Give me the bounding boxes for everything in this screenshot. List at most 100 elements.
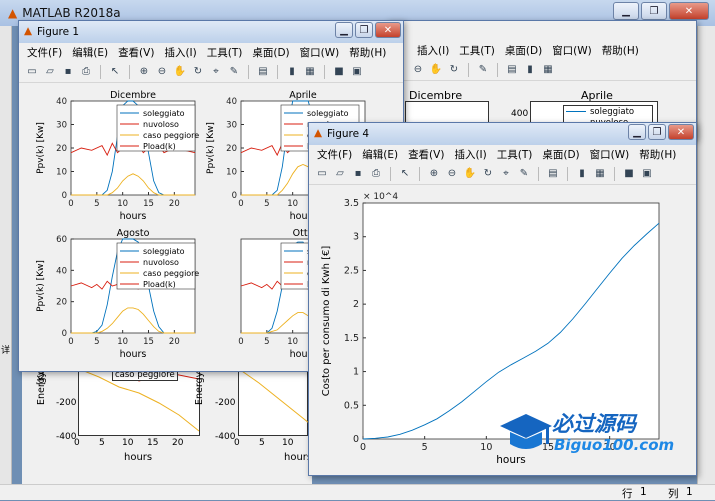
colorbar-icon[interactable]: ▮ (523, 63, 537, 77)
maximize-button[interactable]: ❐ (641, 2, 667, 20)
legend-entry: soleggiato (143, 247, 185, 256)
show-tools-icon[interactable]: ▣ (350, 65, 364, 79)
menu-view[interactable]: 查看(V) (118, 45, 154, 60)
energy-ylabel-right: Energy (194, 371, 205, 405)
bg-menu-insert[interactable]: 插入(I) (417, 43, 449, 58)
close-button[interactable]: ✕ (669, 2, 709, 20)
legend-entry: Pload(k) (143, 142, 176, 151)
menu-edit[interactable]: 编辑(E) (362, 147, 398, 162)
brush-icon[interactable]: ✎ (227, 65, 241, 79)
minimize-button[interactable]: ▁ (613, 2, 639, 20)
show-tools-icon[interactable]: ▣ (640, 167, 654, 181)
print-preview-icon[interactable]: ▤ (505, 63, 519, 77)
energy-xtick-0: 0 (74, 438, 80, 448)
menu-file[interactable]: 文件(F) (27, 45, 62, 60)
link-plot-icon[interactable]: ▤ (546, 167, 560, 181)
x-tick-label: 5 (264, 337, 269, 347)
bg-menu-help[interactable]: 帮助(H) (602, 43, 639, 58)
bg-menu-window[interactable]: 窗口(W) (552, 43, 592, 58)
legend-icon[interactable]: ▦ (303, 65, 317, 79)
energy-xtick-10: 10 (122, 438, 134, 448)
figure-1-title: Figure 1 (37, 26, 80, 38)
colorbar-icon[interactable]: ▮ (285, 65, 299, 79)
figure-1-maximize[interactable]: ❐ (355, 22, 373, 38)
menu-tools[interactable]: 工具(T) (497, 147, 533, 162)
hide-tools-icon[interactable]: ■ (622, 167, 636, 181)
main-scrollbar[interactable] (697, 26, 715, 484)
zoom-in-icon[interactable]: ⊕ (137, 65, 151, 79)
menu-insert[interactable]: 插入(I) (164, 45, 196, 60)
zoom-in-icon[interactable]: ⊕ (427, 167, 441, 181)
chart-title: Dicembre (110, 90, 156, 101)
menu-view[interactable]: 查看(V) (408, 147, 444, 162)
x-tick-label: 10 (287, 199, 298, 209)
pan-icon[interactable]: ✋ (173, 65, 187, 79)
energy-right-xtick-0: 0 (234, 438, 240, 448)
zoom-out-icon[interactable]: ⊖ (445, 167, 459, 181)
hide-tools-icon[interactable]: ■ (332, 65, 346, 79)
menu-file[interactable]: 文件(F) (317, 147, 352, 162)
pan-icon[interactable]: ✋ (463, 167, 477, 181)
bg-menu-tools[interactable]: 工具(T) (459, 43, 495, 58)
zoom-out-icon[interactable]: ⊖ (155, 65, 169, 79)
menu-tools[interactable]: 工具(T) (207, 45, 243, 60)
print-icon[interactable]: ⎙ (369, 167, 383, 181)
chart-title: Agosto (117, 228, 150, 239)
energy-xtick-15: 15 (147, 438, 159, 448)
legend-icon[interactable]: ▦ (593, 167, 607, 181)
figure-1-toolbar: ▭ ▱ ▪ ⎙ ↖ ⊕ ⊖ ✋ ↻ ⌖ ✎ ▤ ▮ ▦ ■ ▣ (19, 61, 403, 83)
brush-icon[interactable]: ✎ (476, 63, 490, 77)
pointer-icon[interactable]: ↖ (398, 167, 412, 181)
figure-4-maximize[interactable]: ❐ (648, 124, 666, 140)
figure-4-close[interactable]: ✕ (668, 124, 694, 140)
rotate-icon[interactable]: ↻ (191, 65, 205, 79)
save-icon[interactable]: ▪ (351, 167, 365, 181)
new-figure-icon[interactable]: ▭ (25, 65, 39, 79)
pointer-icon[interactable]: ↖ (108, 65, 122, 79)
bg-menu-desktop[interactable]: 桌面(D) (505, 43, 542, 58)
menu-desktop[interactable]: 桌面(D) (542, 147, 579, 162)
brush-icon[interactable]: ✎ (517, 167, 531, 181)
zoom-out-icon[interactable]: ⊖ (411, 63, 425, 77)
rotate-icon[interactable]: ↻ (481, 167, 495, 181)
new-figure-icon[interactable]: ▭ (315, 167, 329, 181)
save-icon[interactable]: ▪ (61, 65, 75, 79)
colorbar-icon[interactable]: ▮ (575, 167, 589, 181)
x-tick-label: 0 (238, 199, 243, 209)
energy-xtick-20: 20 (172, 438, 184, 448)
graduation-cap-logo (500, 414, 552, 449)
x-tick-label: 20 (169, 199, 180, 209)
legend-icon[interactable]: ▦ (541, 63, 555, 77)
x-tick-label: 10 (117, 337, 128, 347)
menu-insert[interactable]: 插入(I) (454, 147, 486, 162)
y-tick-label: 0 (62, 191, 67, 201)
status-row: 1 (640, 486, 647, 498)
figure-1-close[interactable]: ✕ (375, 22, 401, 38)
menu-desktop[interactable]: 桌面(D) (252, 45, 289, 60)
link-plot-icon[interactable]: ▤ (256, 65, 270, 79)
menu-window[interactable]: 窗口(W) (590, 147, 630, 162)
data-cursor-icon[interactable]: ⌖ (499, 167, 513, 181)
menu-help[interactable]: 帮助(H) (349, 45, 386, 60)
bg-tick-400: 400 (511, 109, 529, 119)
open-icon[interactable]: ▱ (43, 65, 57, 79)
figure-4-minimize[interactable]: ▁ (628, 124, 646, 140)
y-tick-label: 0 (62, 329, 67, 339)
x-tick-label: 20 (169, 337, 180, 347)
y-axis-label: Costo per consumo di Kwh [€] (321, 246, 332, 397)
menu-window[interactable]: 窗口(W) (300, 45, 340, 60)
data-cursor-icon[interactable]: ⌖ (209, 65, 223, 79)
print-icon[interactable]: ⎙ (79, 65, 93, 79)
x-tick-label: 0 (360, 442, 366, 453)
figure-1-controls: ▁ ❐ ✕ (335, 22, 401, 38)
x-tick-label: 15 (143, 337, 154, 347)
legend-entry: caso peggiore (143, 269, 199, 278)
rotate-icon[interactable]: ↻ (447, 63, 461, 77)
menu-edit[interactable]: 编辑(E) (72, 45, 108, 60)
open-icon[interactable]: ▱ (333, 167, 347, 181)
pan-icon[interactable]: ✋ (429, 63, 443, 77)
menu-help[interactable]: 帮助(H) (639, 147, 676, 162)
y-tick-label: 10 (56, 168, 67, 178)
legend-entry: nuvoloso (143, 120, 179, 129)
figure-1-minimize[interactable]: ▁ (335, 22, 353, 38)
